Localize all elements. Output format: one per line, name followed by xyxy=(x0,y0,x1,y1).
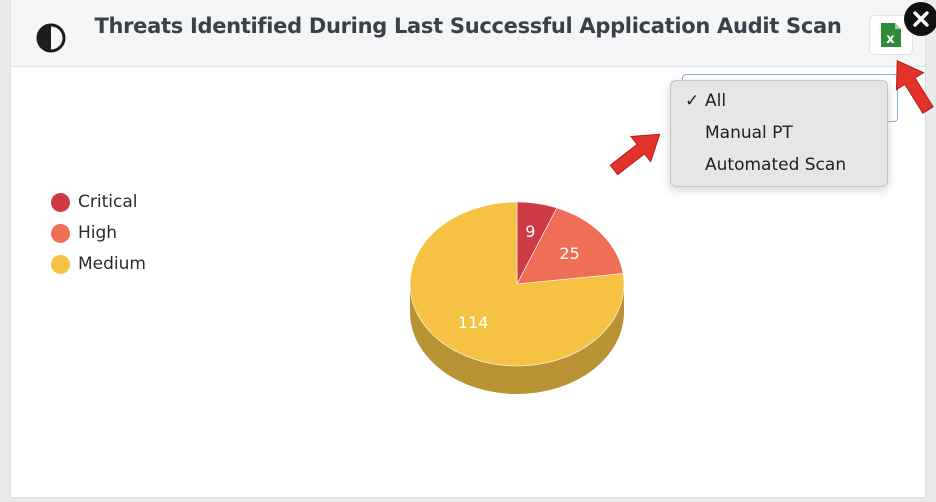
dropdown-option-label: All xyxy=(705,91,727,111)
legend-dot xyxy=(51,255,70,274)
panel-header: Threats Identified During Last Successfu… xyxy=(11,0,925,67)
dropdown-option[interactable]: Manual PT xyxy=(671,118,887,148)
excel-icon: x xyxy=(881,23,901,47)
dropdown-option-label: Automated Scan xyxy=(705,155,847,175)
checkmark-icon: ✓ xyxy=(685,91,700,111)
legend-label: Critical xyxy=(78,192,138,212)
legend-label: Medium xyxy=(78,254,146,274)
filter-dropdown-menu: ✓ All Manual PT Automated Scan xyxy=(670,80,888,187)
dropdown-option-label: Manual PT xyxy=(705,123,793,143)
legend-dot xyxy=(51,224,70,243)
dropdown-option[interactable]: ✓ All xyxy=(671,86,887,116)
page-title: Threats Identified During Last Successfu… xyxy=(94,14,842,38)
close-button[interactable] xyxy=(904,2,936,36)
legend-label: High xyxy=(78,223,118,243)
dropdown-option[interactable]: Automated Scan xyxy=(671,150,887,180)
excel-letter: x xyxy=(886,32,895,47)
annotation-arrow-icon xyxy=(609,133,661,176)
annotation-arrow-icon xyxy=(895,60,934,114)
legend-dot xyxy=(51,193,70,212)
close-icon xyxy=(913,11,929,27)
